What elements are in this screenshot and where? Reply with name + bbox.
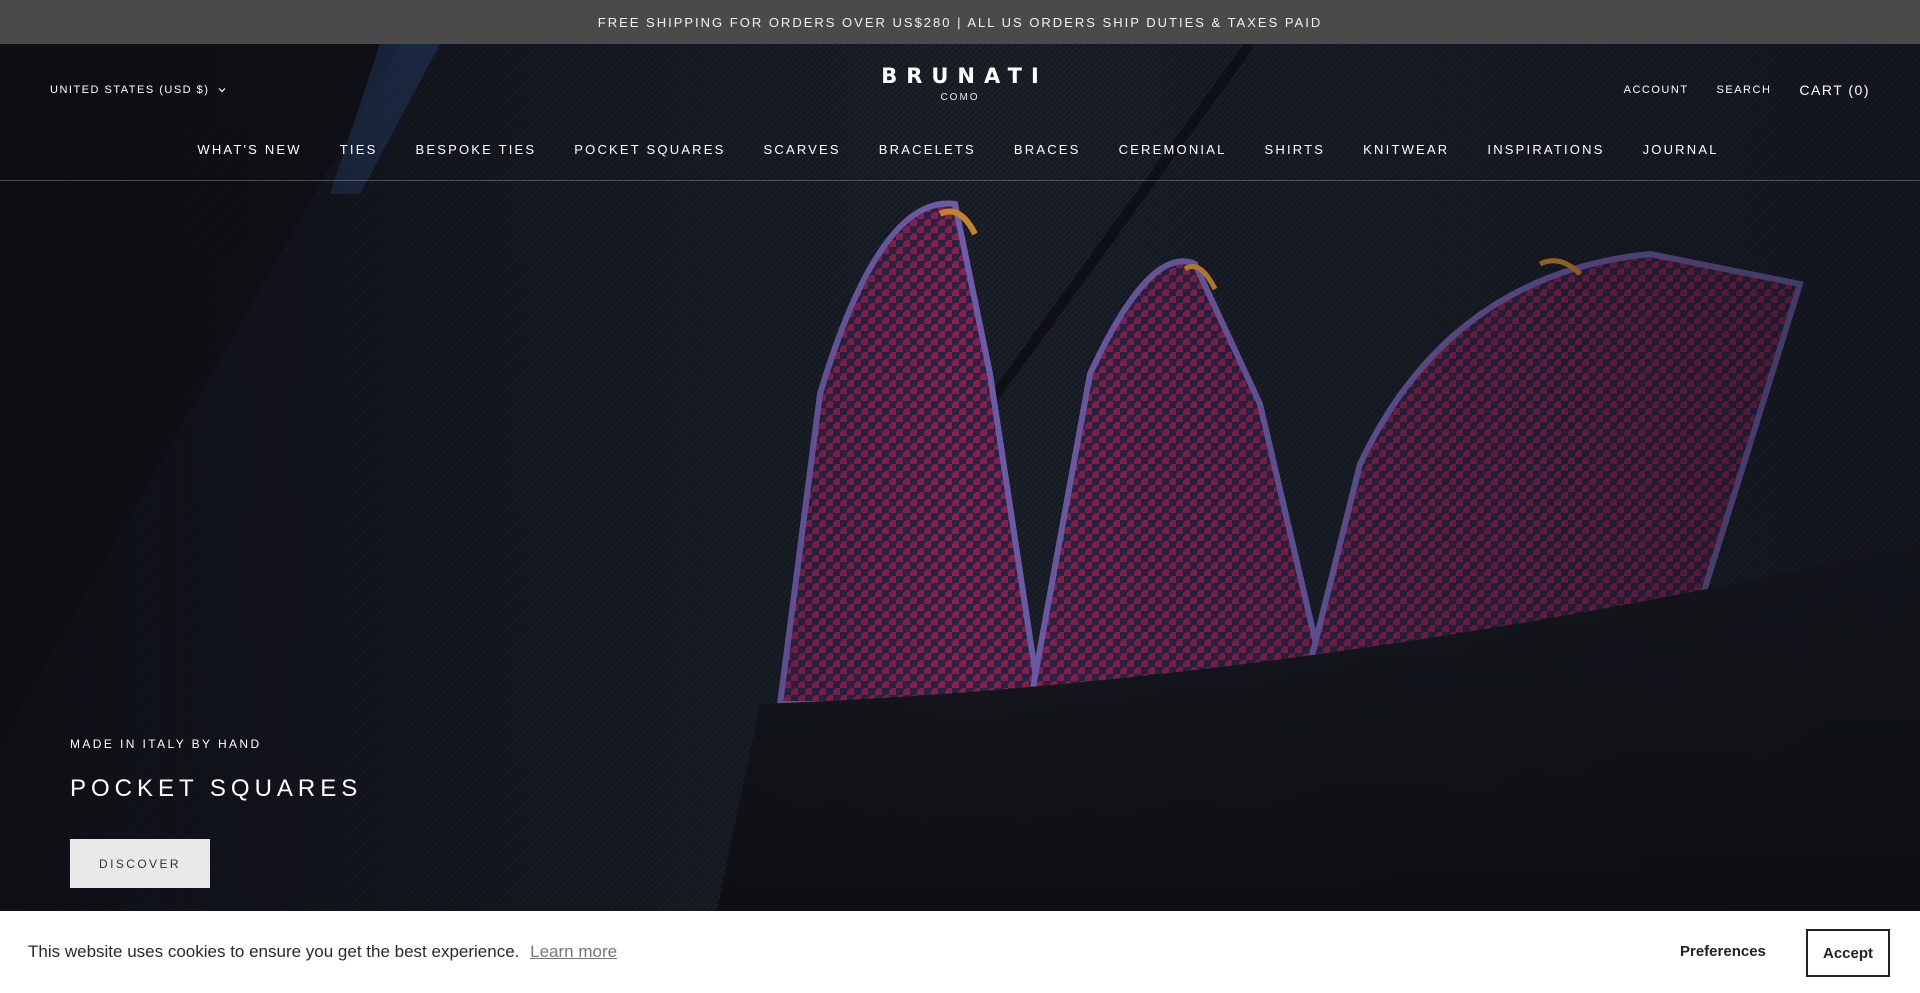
nav-item-pocket-squares[interactable]: POCKET SQUARES	[574, 142, 725, 157]
announcement-text: FREE SHIPPING FOR ORDERS OVER US$280 | A…	[597, 14, 1323, 30]
discover-button[interactable]: DISCOVER	[70, 839, 210, 888]
account-link[interactable]: ACCOUNT	[1624, 84, 1689, 96]
logo-subtitle: COMO	[940, 92, 980, 103]
nav-item-scarves[interactable]: SCARVES	[763, 142, 840, 157]
nav-item-ceremonial[interactable]: CEREMONIAL	[1119, 142, 1227, 157]
nav-item-knitwear[interactable]: KNITWEAR	[1363, 142, 1449, 157]
brand-logo[interactable]: BRUNATI COMO	[860, 64, 1060, 103]
nav-item-bespoke-ties[interactable]: BESPOKE TIES	[415, 142, 536, 157]
nav-item-journal[interactable]: JOURNAL	[1643, 142, 1719, 157]
search-link[interactable]: SEARCH	[1717, 84, 1772, 96]
nav-item-braces[interactable]: BRACES	[1014, 142, 1081, 157]
accept-button[interactable]: Accept	[1806, 929, 1890, 977]
announcement-bar: FREE SHIPPING FOR ORDERS OVER US$280 | A…	[0, 0, 1920, 44]
site-header: UNITED STATES (USD $) BRUNATI COMO ACCOU…	[0, 44, 1920, 181]
learn-more-link[interactable]: Learn more	[530, 942, 617, 961]
hero-title: POCKET SQUARES	[70, 775, 363, 802]
cookie-message-wrap: This website uses cookies to ensure you …	[28, 942, 617, 962]
hero-content: MADE IN ITALY BY HAND POCKET SQUARES DIS…	[70, 737, 362, 888]
nav-item-whats-new[interactable]: WHAT'S NEW	[197, 142, 301, 157]
cookie-banner: This website uses cookies to ensure you …	[0, 911, 1920, 993]
preferences-button[interactable]: Preferences	[1680, 943, 1766, 960]
logo-wordmark: BRUNATI	[881, 64, 1048, 88]
header-actions: ACCOUNT SEARCH CART (0)	[1624, 82, 1870, 98]
chevron-down-icon	[219, 88, 226, 93]
nav-item-bracelets[interactable]: BRACELETS	[879, 142, 976, 157]
locale-selector[interactable]: UNITED STATES (USD $)	[50, 84, 227, 96]
locale-label: UNITED STATES (USD $)	[50, 84, 210, 96]
hero-kicker: MADE IN ITALY BY HAND	[70, 737, 262, 751]
main-navigation: WHAT'S NEW TIES BESPOKE TIES POCKET SQUA…	[0, 142, 1920, 157]
nav-item-shirts[interactable]: SHIRTS	[1265, 142, 1326, 157]
nav-item-inspirations[interactable]: INSPIRATIONS	[1487, 142, 1604, 157]
cart-link[interactable]: CART (0)	[1799, 82, 1870, 98]
nav-item-ties[interactable]: TIES	[340, 142, 378, 157]
cookie-message: This website uses cookies to ensure you …	[28, 942, 520, 961]
